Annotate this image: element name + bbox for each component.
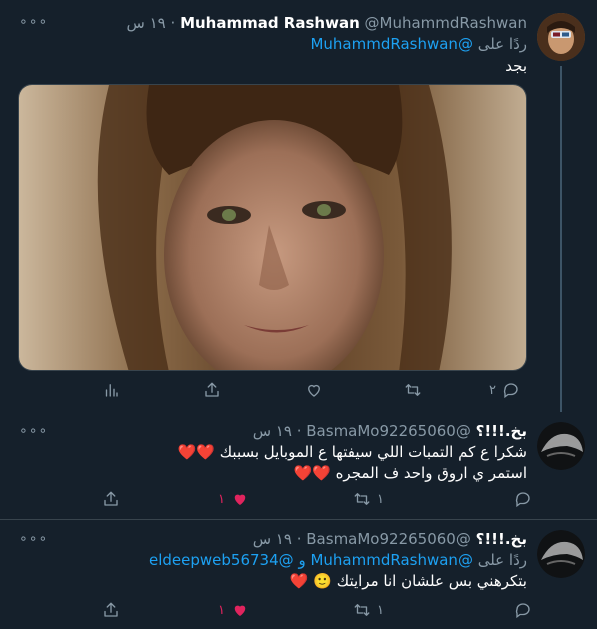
timestamp[interactable]: ١٩ س bbox=[253, 422, 292, 440]
retweet-count: ١ bbox=[377, 491, 384, 507]
reply-count: ٢ bbox=[489, 382, 496, 398]
like-count: ١ bbox=[218, 602, 225, 618]
like-button[interactable]: ١ bbox=[218, 488, 249, 510]
reply-mention[interactable]: @eldeepweb56734 bbox=[149, 551, 294, 569]
handle[interactable]: @MuhammdRashwan bbox=[365, 14, 527, 32]
analytics-icon bbox=[105, 384, 118, 397]
reply-button[interactable] bbox=[508, 488, 532, 510]
reply-icon bbox=[515, 603, 530, 619]
retweet-icon bbox=[354, 604, 370, 616]
share-button[interactable] bbox=[102, 488, 120, 510]
tweet-actions: ٢ bbox=[0, 379, 597, 401]
retweet-button[interactable] bbox=[404, 379, 428, 401]
tweet-text-line: بتكرهني بس علشان انا مرايتك 🙂 ❤️ bbox=[290, 570, 527, 592]
smiling-face-emoji-icon: 🙂 bbox=[313, 572, 333, 590]
reply-prefix: ردًا على bbox=[477, 35, 527, 53]
tweet-header: بخ.!!!؟ @BasmaMo92265060 · ١٩ س bbox=[253, 530, 527, 548]
retweet-icon bbox=[354, 493, 370, 505]
heart-filled-icon bbox=[234, 494, 246, 505]
tweet-header: بخ.!!!؟ @BasmaMo92265060 · ١٩ س bbox=[253, 422, 527, 440]
share-button[interactable] bbox=[102, 599, 120, 621]
display-name[interactable]: بخ.!!!؟ bbox=[476, 422, 527, 440]
reply-button[interactable]: ٢ bbox=[489, 379, 520, 401]
more-options-icon[interactable]: ∘∘∘ bbox=[19, 423, 48, 439]
reply-icon bbox=[515, 492, 530, 508]
red-heart-emoji-icon: ❤️❤️ bbox=[177, 443, 215, 461]
handle[interactable]: @BasmaMo92265060 bbox=[306, 422, 471, 440]
tweet-header: Muhammad Rashwan @MuhammdRashwan · ١٩ س bbox=[127, 14, 528, 32]
tweet-reply-1[interactable]: ∘∘∘ بخ.!!!؟ @BasmaMo92265060 · ١٩ س شكرا… bbox=[0, 412, 597, 519]
tweet-text: بجد bbox=[505, 57, 527, 75]
like-count: ١ bbox=[218, 491, 225, 507]
reply-mention[interactable]: @MuhammdRashwan bbox=[310, 551, 472, 569]
tweet-text-line-1: شكرا ع كم التمبات اللي سيفتها ع الموبايل… bbox=[178, 441, 527, 463]
avatar[interactable] bbox=[537, 530, 585, 578]
reply-icon bbox=[503, 383, 518, 399]
reply-context: ردًا على @MuhammdRashwan bbox=[310, 35, 527, 53]
share-icon bbox=[104, 602, 118, 617]
reply-context: ردًا على @MuhammdRashwan و @eldeepweb567… bbox=[149, 551, 527, 569]
separator: · bbox=[296, 530, 302, 548]
retweet-button[interactable]: ١ bbox=[353, 599, 384, 621]
timestamp[interactable]: ١٩ س bbox=[253, 530, 292, 548]
reply-conjunction: و bbox=[298, 551, 306, 569]
like-button[interactable]: ١ bbox=[218, 599, 249, 621]
analytics-button[interactable] bbox=[102, 379, 120, 401]
avatar-image bbox=[537, 422, 585, 470]
reply-mention[interactable]: @MuhammdRashwan bbox=[310, 35, 472, 53]
timestamp[interactable]: ١٩ س bbox=[127, 14, 166, 32]
avatar-image bbox=[537, 530, 585, 578]
tweet-text: استمر ي اروق واحد ف المجره bbox=[335, 464, 527, 482]
tweet-text: بتكرهني بس علشان انا مرايتك bbox=[336, 572, 527, 590]
tweet-actions: ١ ١ bbox=[0, 488, 597, 510]
red-heart-emoji-icon: ❤️ bbox=[289, 572, 309, 590]
media-image bbox=[19, 85, 526, 370]
share-icon bbox=[104, 491, 118, 506]
tweet-main[interactable]: ∘∘∘ Muhammad Rashwan @MuhammdRashwan · ١… bbox=[0, 0, 597, 412]
reply-prefix: ردًا على bbox=[477, 551, 527, 569]
like-button[interactable] bbox=[305, 379, 329, 401]
share-button[interactable] bbox=[203, 379, 221, 401]
more-options-icon[interactable]: ∘∘∘ bbox=[19, 14, 48, 30]
avatar-image bbox=[537, 13, 585, 61]
tweet-reply-2[interactable]: ∘∘∘ بخ.!!!؟ @BasmaMo92265060 · ١٩ س ردًا… bbox=[0, 520, 597, 629]
separator: · bbox=[296, 422, 302, 440]
heart-outline-icon bbox=[308, 384, 320, 397]
retweet-icon bbox=[405, 384, 421, 396]
share-icon bbox=[205, 382, 219, 397]
tweet-text: شكرا ع كم التمبات اللي سيفتها ع الموبايل… bbox=[219, 443, 527, 461]
handle[interactable]: @BasmaMo92265060 bbox=[306, 530, 471, 548]
display-name[interactable]: Muhammad Rashwan bbox=[180, 14, 360, 32]
separator: · bbox=[170, 14, 176, 32]
display-name[interactable]: بخ.!!!؟ bbox=[476, 530, 527, 548]
avatar[interactable] bbox=[537, 13, 585, 61]
reply-button[interactable] bbox=[508, 599, 532, 621]
thread-connector bbox=[560, 66, 562, 412]
tweet-text-line-2: استمر ي اروق واحد ف المجره ❤️❤️ bbox=[293, 462, 527, 484]
retweet-count: ١ bbox=[377, 602, 384, 618]
red-heart-emoji-icon: ❤️❤️ bbox=[293, 464, 331, 482]
avatar[interactable] bbox=[537, 422, 585, 470]
tweet-media[interactable] bbox=[18, 84, 527, 371]
heart-filled-icon bbox=[234, 605, 246, 616]
tweet-actions: ١ ١ bbox=[0, 599, 597, 621]
retweet-button[interactable]: ١ bbox=[353, 488, 384, 510]
more-options-icon[interactable]: ∘∘∘ bbox=[19, 531, 48, 547]
